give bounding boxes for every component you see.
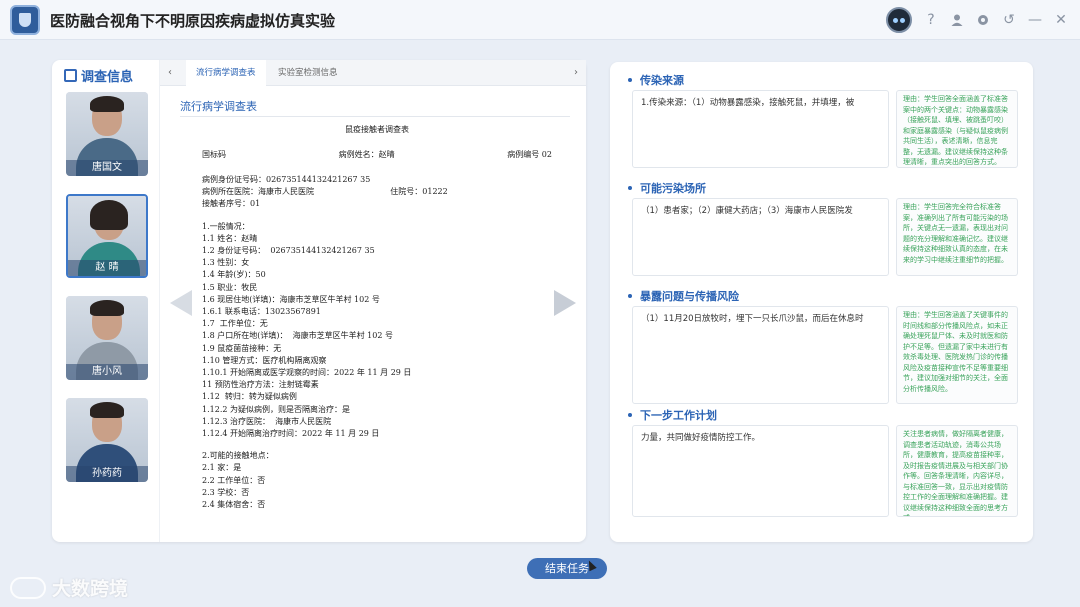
doc-line: 2.1 家：是 bbox=[202, 463, 242, 473]
watermark-text: 大数跨境 bbox=[52, 578, 129, 600]
person-list: 调查信息 唐国文 赵 晴 唐小风 孙药药 bbox=[52, 60, 160, 542]
settings-icon[interactable] bbox=[976, 13, 990, 27]
titlebar-icons: ? ↺ — ✕ bbox=[886, 7, 1068, 33]
doc-line: 病例身份证号码：026735144132421267 35 bbox=[202, 175, 371, 184]
doc-line: 1.一般情况： bbox=[202, 221, 250, 231]
section-title-text: 暴露问题与传播风险 bbox=[640, 290, 739, 303]
section-title: 可能污染场所 bbox=[628, 180, 1023, 196]
close-icon[interactable]: ✕ bbox=[1054, 13, 1068, 27]
section-title-text: 下一步工作计划 bbox=[640, 409, 717, 422]
case-name: 病例姓名：赵晴 bbox=[338, 150, 395, 159]
survey-document: 鼠疫接触者调查表 国标码 病例姓名：赵晴 病例编号 02 病例身份证号码：026… bbox=[202, 124, 552, 532]
contact-location-block: 2.可能的接触地点： 2.1 家：是 2.2 工作单位：否 2.3 学校：否 2… bbox=[202, 450, 552, 511]
case-number: 病例编号 02 bbox=[507, 150, 552, 159]
answer-textarea[interactable]: （1）11月20日放牧时，埋下一只长爪沙鼠，而后在休息时 bbox=[632, 306, 889, 404]
investigation-header: 调查信息 bbox=[64, 66, 133, 85]
section-contaminated-places: 可能污染场所 （1）患者家；（2）康健大药店；（3）海康市人民医院发 理由：学生… bbox=[628, 180, 1023, 276]
tab-next-button[interactable]: › bbox=[566, 60, 586, 86]
document-icon bbox=[64, 69, 77, 82]
back-icon[interactable]: ↺ bbox=[1002, 13, 1016, 27]
tab-prev-button[interactable]: ‹ bbox=[160, 60, 180, 86]
tab-epidemiology-survey[interactable]: 流行病学调查表 bbox=[186, 60, 266, 86]
doc-line: 1.12 转归：转为疑似病例 bbox=[202, 392, 297, 402]
general-info-block: 1.一般情况： 1.1 姓名：赵晴 1.2 身份证号码： 02673514413… bbox=[202, 221, 552, 441]
survey-header-row: 国标码 病例姓名：赵晴 病例编号 02 bbox=[202, 149, 552, 160]
person-name: 唐小风 bbox=[66, 364, 148, 380]
title-bar: 医防融合视角下不明原因疾病虚拟仿真实验 ? ↺ — ✕ bbox=[0, 0, 1080, 40]
doc-line: 1.7 工作单位：无 bbox=[202, 319, 268, 329]
case-info-block: 病例身份证号码：026735144132421267 35 病例所在医院：海康市… bbox=[202, 174, 552, 211]
person-card[interactable]: 唐小风 bbox=[66, 296, 148, 380]
feedback-note: 理由：学生回答全面涵盖了标准答案中的两个关键点：动物暴露感染（接触死鼠、填埋、被… bbox=[896, 90, 1018, 168]
doc-line: 1.6 现居住地(详填)：海康市芝草区牛羊村 102 号 bbox=[202, 294, 380, 304]
answer-textarea[interactable]: （1）患者家；（2）康健大药店；（3）海康市人民医院发 bbox=[632, 198, 889, 276]
doc-line: 11 预防性治疗方法：注射链霉素 bbox=[202, 380, 319, 390]
doc-line: 接触者序号：01 bbox=[202, 199, 261, 209]
feedback-note: 理由：学生回答完全符合标准答案，准确列出了所有可能污染的场所，关键点无一遗漏，表… bbox=[896, 198, 1018, 276]
doc-line: 1.9 鼠疫菌苗接种：无 bbox=[202, 343, 282, 353]
person-name: 唐国文 bbox=[66, 160, 148, 176]
person-name: 赵 晴 bbox=[68, 260, 146, 276]
help-icon[interactable]: ? bbox=[924, 13, 938, 27]
doc-line: 2.可能的接触地点： bbox=[202, 451, 274, 461]
doc-line: 1.10 管理方式：医疗机构隔离观察 bbox=[202, 355, 327, 365]
doc-line: 1.6.1 联系电话：13023567891 bbox=[202, 307, 321, 317]
investigation-title: 调查信息 bbox=[81, 70, 134, 85]
doc-line: 1.1 姓名：赵晴 bbox=[202, 233, 258, 243]
document-title: 流行病学调查表 bbox=[180, 100, 257, 113]
prev-page-arrow-icon[interactable] bbox=[170, 290, 192, 316]
feedback-note: 理由：学生回答涵盖了关键事件的时间线和部分传播风险点，如未正确处理死鼠尸体、未及… bbox=[896, 306, 1018, 404]
doc-line: 1.4 年龄(岁)：50 bbox=[202, 270, 266, 280]
section-title: 下一步工作计划 bbox=[628, 407, 1023, 423]
app-title: 医防融合视角下不明原因疾病虚拟仿真实验 bbox=[50, 12, 336, 30]
person-card[interactable]: 唐国文 bbox=[66, 92, 148, 176]
doc-line: 1.8 户口所在地(详填)： 海康市芝草区牛羊村 102 号 bbox=[202, 331, 393, 341]
person-card[interactable]: 孙药药 bbox=[66, 398, 148, 482]
app-logo-icon bbox=[10, 5, 40, 35]
doc-line: 1.12.4 开始隔离治疗时间：2022 年 11 月 29 日 bbox=[202, 429, 380, 439]
minimize-icon[interactable]: — bbox=[1028, 13, 1042, 27]
answer-textarea[interactable]: 力量，共同做好疫情防控工作。 bbox=[632, 425, 889, 517]
person-card-selected[interactable]: 赵 晴 bbox=[66, 194, 148, 278]
feedback-note: 关注患者病情，做好隔离者健康，调查患者活动轨迹，消毒公共场所，健康教育，提高疫苗… bbox=[896, 425, 1018, 517]
section-exposure-risk: 暴露问题与传播风险 （1）11月20日放牧时，埋下一只长爪沙鼠，而后在休息时 理… bbox=[628, 288, 1023, 404]
section-title: 暴露问题与传播风险 bbox=[628, 288, 1023, 304]
tab-lab-test-info[interactable]: 实验室检测信息 bbox=[268, 60, 348, 86]
robot-avatar-icon[interactable] bbox=[886, 7, 912, 33]
next-page-arrow-icon[interactable] bbox=[554, 290, 576, 316]
user-icon[interactable] bbox=[950, 13, 964, 27]
divider bbox=[180, 116, 570, 117]
section-next-plan: 下一步工作计划 力量，共同做好疫情防控工作。 关注患者病情，做好隔离者健康，调查… bbox=[628, 407, 1023, 517]
person-name: 孙药药 bbox=[66, 466, 148, 482]
investigation-panel: 调查信息 唐国文 赵 晴 唐小风 孙药药 ‹ 流行病学调查表 实验室检测信息 ›… bbox=[52, 60, 586, 542]
doc-line: 1.10.1 开始隔离或医学观察的时间：2022 年 11 月 29 日 bbox=[202, 368, 412, 378]
doc-line: 2.2 工作单位：否 bbox=[202, 475, 266, 485]
doc-line: 1.12.2 为疑似病例，则是否隔离治疗：是 bbox=[202, 404, 350, 414]
tab-bar: ‹ 流行病学调查表 实验室检测信息 › bbox=[160, 60, 586, 86]
watermark: 大数跨境 bbox=[10, 574, 128, 601]
doc-line: 1.5 职业：牧民 bbox=[202, 282, 258, 292]
doc-line: 1.3 性别：女 bbox=[202, 258, 250, 268]
national-code: 国标码 bbox=[202, 150, 226, 159]
section-title-text: 传染来源 bbox=[640, 74, 684, 87]
analysis-panel: 传染来源 1.传染来源：（1）动物暴露感染，接触死鼠，并填埋，被 理由：学生回答… bbox=[610, 62, 1033, 542]
doc-line: 病例所在医院：海康市人民医院 住院号：01222 bbox=[202, 187, 448, 197]
section-title: 传染来源 bbox=[628, 72, 1023, 88]
watermark-logo-icon bbox=[10, 576, 46, 599]
doc-line: 1.2 身份证号码： 026735144132421267 35 bbox=[202, 246, 375, 256]
doc-line: 2.4 集体宿舍：否 bbox=[202, 500, 266, 510]
doc-line: 2.3 学校：否 bbox=[202, 487, 250, 497]
answer-textarea[interactable]: 1.传染来源：（1）动物暴露感染，接触死鼠，并填埋，被 bbox=[632, 90, 889, 168]
doc-line: 1.12.3 治疗医院： 海康市人民医院 bbox=[202, 416, 332, 426]
section-infection-source: 传染来源 1.传染来源：（1）动物暴露感染，接触死鼠，并填埋，被 理由：学生回答… bbox=[628, 72, 1023, 168]
section-title-text: 可能污染场所 bbox=[640, 182, 706, 195]
survey-heading: 鼠疫接触者调查表 bbox=[345, 125, 409, 134]
